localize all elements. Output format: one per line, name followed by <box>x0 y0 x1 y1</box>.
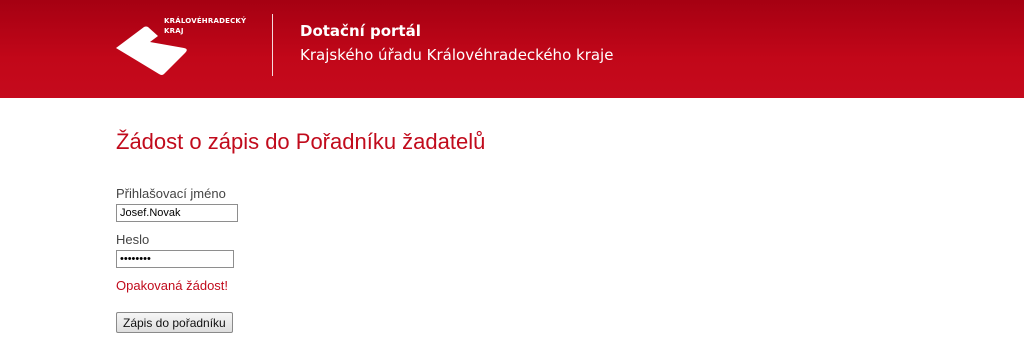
logo-text-line1: KRÁLOVÉHRADECKÝ <box>164 17 247 25</box>
logo-text-line2: KRAJ <box>164 27 184 35</box>
header-banner: KRÁLOVÉHRADECKÝ KRAJ Dotační portál Kraj… <box>0 0 1024 98</box>
error-message: Opakovaná žádost! <box>116 278 229 293</box>
page-title: Žádost o zápis do Pořadníku žadatelů <box>116 129 486 154</box>
header-divider <box>272 14 273 76</box>
portal-title: Dotační portál <box>300 22 421 40</box>
submit-button[interactable]: Zápis do pořadníku <box>116 312 233 333</box>
portal-subtitle: Krajského úřadu Královéhradeckého kraje <box>300 46 614 64</box>
username-input[interactable] <box>116 204 238 222</box>
username-label: Přihlašovací jméno <box>116 186 226 201</box>
kraj-logo[interactable]: KRÁLOVÉHRADECKÝ KRAJ <box>114 14 254 78</box>
main-content: Žádost o zápis do Pořadníku žadatelů Při… <box>116 128 916 333</box>
password-label: Heslo <box>116 232 150 247</box>
password-input[interactable] <box>116 250 234 268</box>
logo-text: KRÁLOVÉHRADECKÝ KRAJ <box>164 16 246 36</box>
